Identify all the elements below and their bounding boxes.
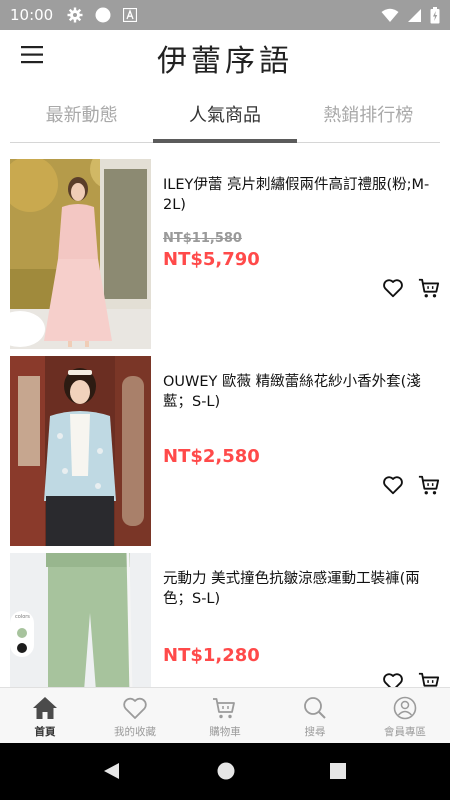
nav-label: 會員專區 <box>384 726 426 738</box>
heart-icon[interactable] <box>382 277 404 299</box>
heart-icon[interactable] <box>382 474 404 496</box>
color-swatch-label: colors <box>15 614 30 620</box>
status-notification-icons <box>67 7 138 23</box>
app-a-icon <box>123 8 138 22</box>
cart-icon[interactable] <box>418 671 440 687</box>
sale-price: NT$2,580 <box>163 446 260 467</box>
app-title: 伊蕾序語 <box>157 44 293 79</box>
status-bar: 10:00 <box>0 0 450 30</box>
status-time: 10:00 <box>10 6 54 24</box>
nav-label: 首頁 <box>34 726 56 738</box>
product-card[interactable]: colors 元動力 美式撞色抗皺涼感運動工裝褲(兩色；S-L) NT$1,28… <box>10 553 440 687</box>
product-image[interactable]: colors <box>10 553 151 687</box>
category-tabs: 最新動態 人氣商品 熱銷排行榜 <box>10 80 440 143</box>
search-icon <box>304 697 326 719</box>
signal-icon <box>408 8 421 22</box>
nav-member[interactable]: 會員專區 <box>360 688 450 743</box>
wifi-icon <box>381 8 399 22</box>
nav-favorites[interactable]: 我的收藏 <box>90 688 180 743</box>
back-icon[interactable] <box>101 761 121 781</box>
original-price: NT$11,580 <box>163 231 242 246</box>
circle-icon <box>95 7 111 23</box>
product-name[interactable]: 元動力 美式撞色抗皺涼感運動工裝褲(兩色；S-L) <box>163 569 440 609</box>
cart-icon[interactable] <box>418 474 440 496</box>
nav-label: 購物車 <box>209 726 241 738</box>
tab-best-sellers[interactable]: 熱銷排行榜 <box>297 80 440 142</box>
product-image[interactable] <box>10 356 151 546</box>
system-nav-bar <box>0 743 450 800</box>
cart-icon[interactable] <box>418 277 440 299</box>
bottom-nav: 首頁 我的收藏 購物車 搜尋 會員專區 <box>0 687 450 743</box>
product-name[interactable]: ILEY伊蕾 亮片刺繡假兩件高訂禮服(粉;M-2L) <box>163 175 440 215</box>
status-system-icons <box>381 6 440 24</box>
tab-popular-products[interactable]: 人氣商品 <box>153 80 297 143</box>
product-list[interactable]: ILEY伊蕾 亮片刺繡假兩件高訂禮服(粉;M-2L) NT$11,580 NT$… <box>0 143 450 687</box>
tab-latest-news[interactable]: 最新動態 <box>10 80 153 142</box>
home-icon <box>33 697 57 719</box>
battery-icon <box>430 6 440 23</box>
nav-cart[interactable]: 購物車 <box>180 688 270 743</box>
nav-label: 我的收藏 <box>114 726 156 738</box>
product-card[interactable]: ILEY伊蕾 亮片刺繡假兩件高訂禮服(粉;M-2L) NT$11,580 NT$… <box>10 159 440 349</box>
nav-search[interactable]: 搜尋 <box>270 688 360 743</box>
user-icon <box>393 696 417 720</box>
app-bar: 伊蕾序語 <box>0 30 450 80</box>
heart-icon <box>123 697 147 719</box>
home-button-icon[interactable] <box>216 761 236 781</box>
sale-price: NT$5,790 <box>163 249 260 270</box>
cart-icon <box>213 698 235 719</box>
nav-label: 搜尋 <box>304 726 326 738</box>
heart-icon[interactable] <box>382 671 404 687</box>
product-card[interactable]: OUWEY 歐薇 精緻蕾絲花紗小香外套(淺藍；S-L) NT$2,580 <box>10 356 440 546</box>
nav-home[interactable]: 首頁 <box>0 688 90 743</box>
settings-icon <box>67 7 83 23</box>
sale-price: NT$1,280 <box>163 645 260 666</box>
product-name[interactable]: OUWEY 歐薇 精緻蕾絲花紗小香外套(淺藍；S-L) <box>163 372 440 412</box>
product-image[interactable] <box>10 159 151 349</box>
recents-icon[interactable] <box>328 761 348 781</box>
